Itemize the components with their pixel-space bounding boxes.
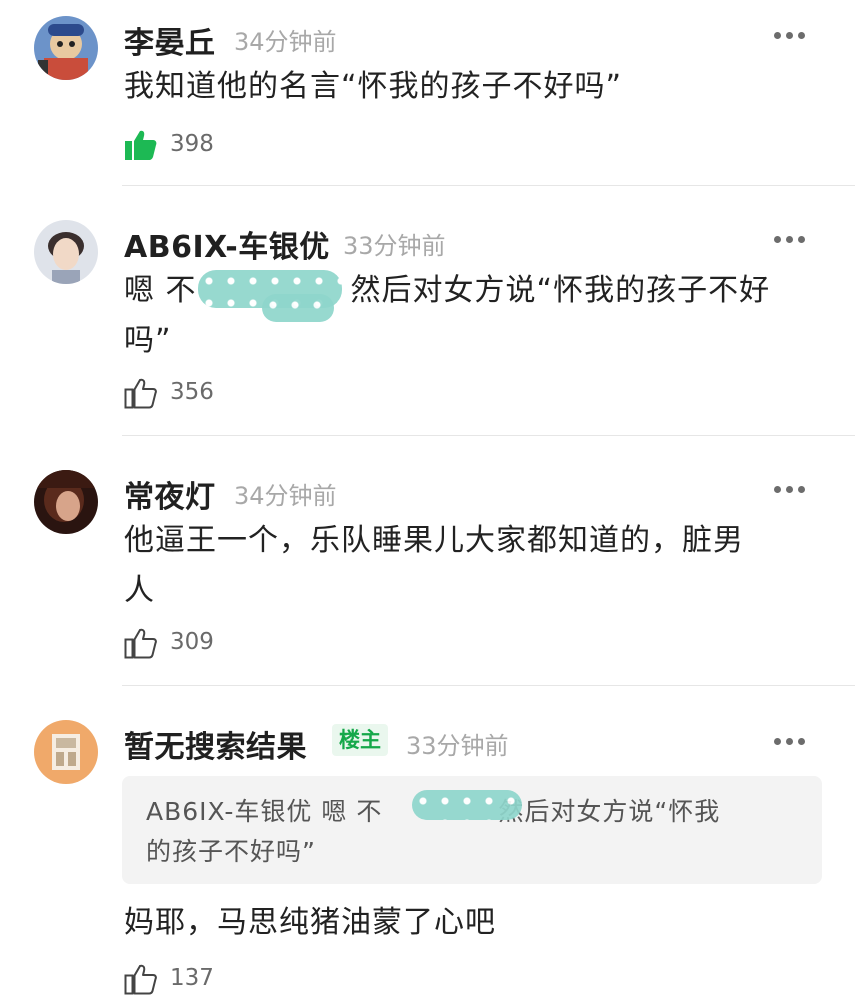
comment-time: 33分钟前 [343, 232, 446, 260]
quoted-text-before-blur: 嗯 不 [321, 797, 383, 826]
quoted-username: AB6IX-车银优 [146, 797, 313, 826]
comment-item: AB6IX-车银优 33分钟前 嗯 不 然后对女方说“怀我的孩子不好 吗” 356 [0, 186, 855, 436]
author-badge: 楼主 [332, 724, 388, 756]
comment-item: 常夜灯 34分钟前 他逼王一个，乐队睡果儿大家都知道的，脏男 人 309 [0, 436, 855, 686]
comment-username[interactable]: 李晏丘 [124, 18, 216, 62]
thumbs-up-icon [125, 130, 157, 160]
quoted-text-after-blur: 然后对女方说“怀我 [498, 797, 721, 826]
like-count: 398 [170, 131, 214, 157]
comment-item: 暂无搜索结果 楼主 33分钟前 AB6IX-车银优 嗯 不 然后对女方说“怀我 的… [0, 686, 855, 1000]
like-button[interactable]: 398 [124, 128, 244, 164]
comment-text-before-blur: 嗯 不 [124, 273, 197, 308]
comment-text: 妈耶，马思纯猪油蒙了心吧 [124, 905, 496, 940]
thumbs-up-icon [124, 378, 157, 409]
avatar-cartoon-image [34, 16, 98, 80]
avatar-young-man-image [34, 220, 98, 284]
comment-username[interactable]: AB6IX-车银优 [124, 222, 330, 266]
blur-overlay [262, 294, 334, 322]
like-count: 356 [170, 379, 214, 405]
comment-username[interactable]: 常夜灯 [124, 472, 216, 516]
thumbs-up-icon [124, 628, 157, 659]
avatar[interactable] [34, 470, 98, 534]
avatar[interactable] [34, 720, 98, 784]
blur-overlay [412, 790, 522, 820]
like-count: 309 [170, 629, 214, 655]
avatar[interactable] [34, 16, 98, 80]
like-count: 137 [170, 965, 214, 991]
comment-time: 33分钟前 [406, 732, 509, 760]
more-icon[interactable] [772, 484, 808, 494]
like-button[interactable]: 356 [124, 376, 244, 412]
avatar-dark-portrait-image [34, 470, 98, 534]
avatar[interactable] [34, 220, 98, 284]
comment-text-line2: 吗” [124, 323, 172, 358]
like-button[interactable]: 309 [124, 626, 244, 662]
more-icon[interactable] [772, 234, 808, 244]
comment-username[interactable]: 暂无搜索结果 [124, 722, 307, 766]
comment-text: 我知道他的名言“怀我的孩子不好吗” [124, 69, 623, 104]
comment-item: 李晏丘 34分钟前 我知道他的名言“怀我的孩子不好吗” 398 [0, 0, 855, 186]
comment-time: 34分钟前 [234, 28, 337, 56]
avatar-illustration-room-image [34, 720, 98, 784]
like-button[interactable]: 137 [124, 962, 244, 998]
comment-text-line2: 人 [124, 573, 155, 608]
quoted-text-line2: 的孩子不好吗” [146, 837, 316, 866]
comment-text-line1: 他逼王一个，乐队睡果儿大家都知道的，脏男 [124, 523, 744, 558]
more-icon[interactable] [772, 30, 808, 40]
comment-text-after-blur: 然后对女方说“怀我的孩子不好 [350, 273, 771, 308]
comment-text: 他逼王一个，乐队睡果儿大家都知道的，脏男 人 [124, 516, 804, 616]
thumbs-up-icon [124, 964, 157, 995]
more-icon[interactable] [772, 736, 808, 746]
comment-time: 34分钟前 [234, 482, 337, 510]
